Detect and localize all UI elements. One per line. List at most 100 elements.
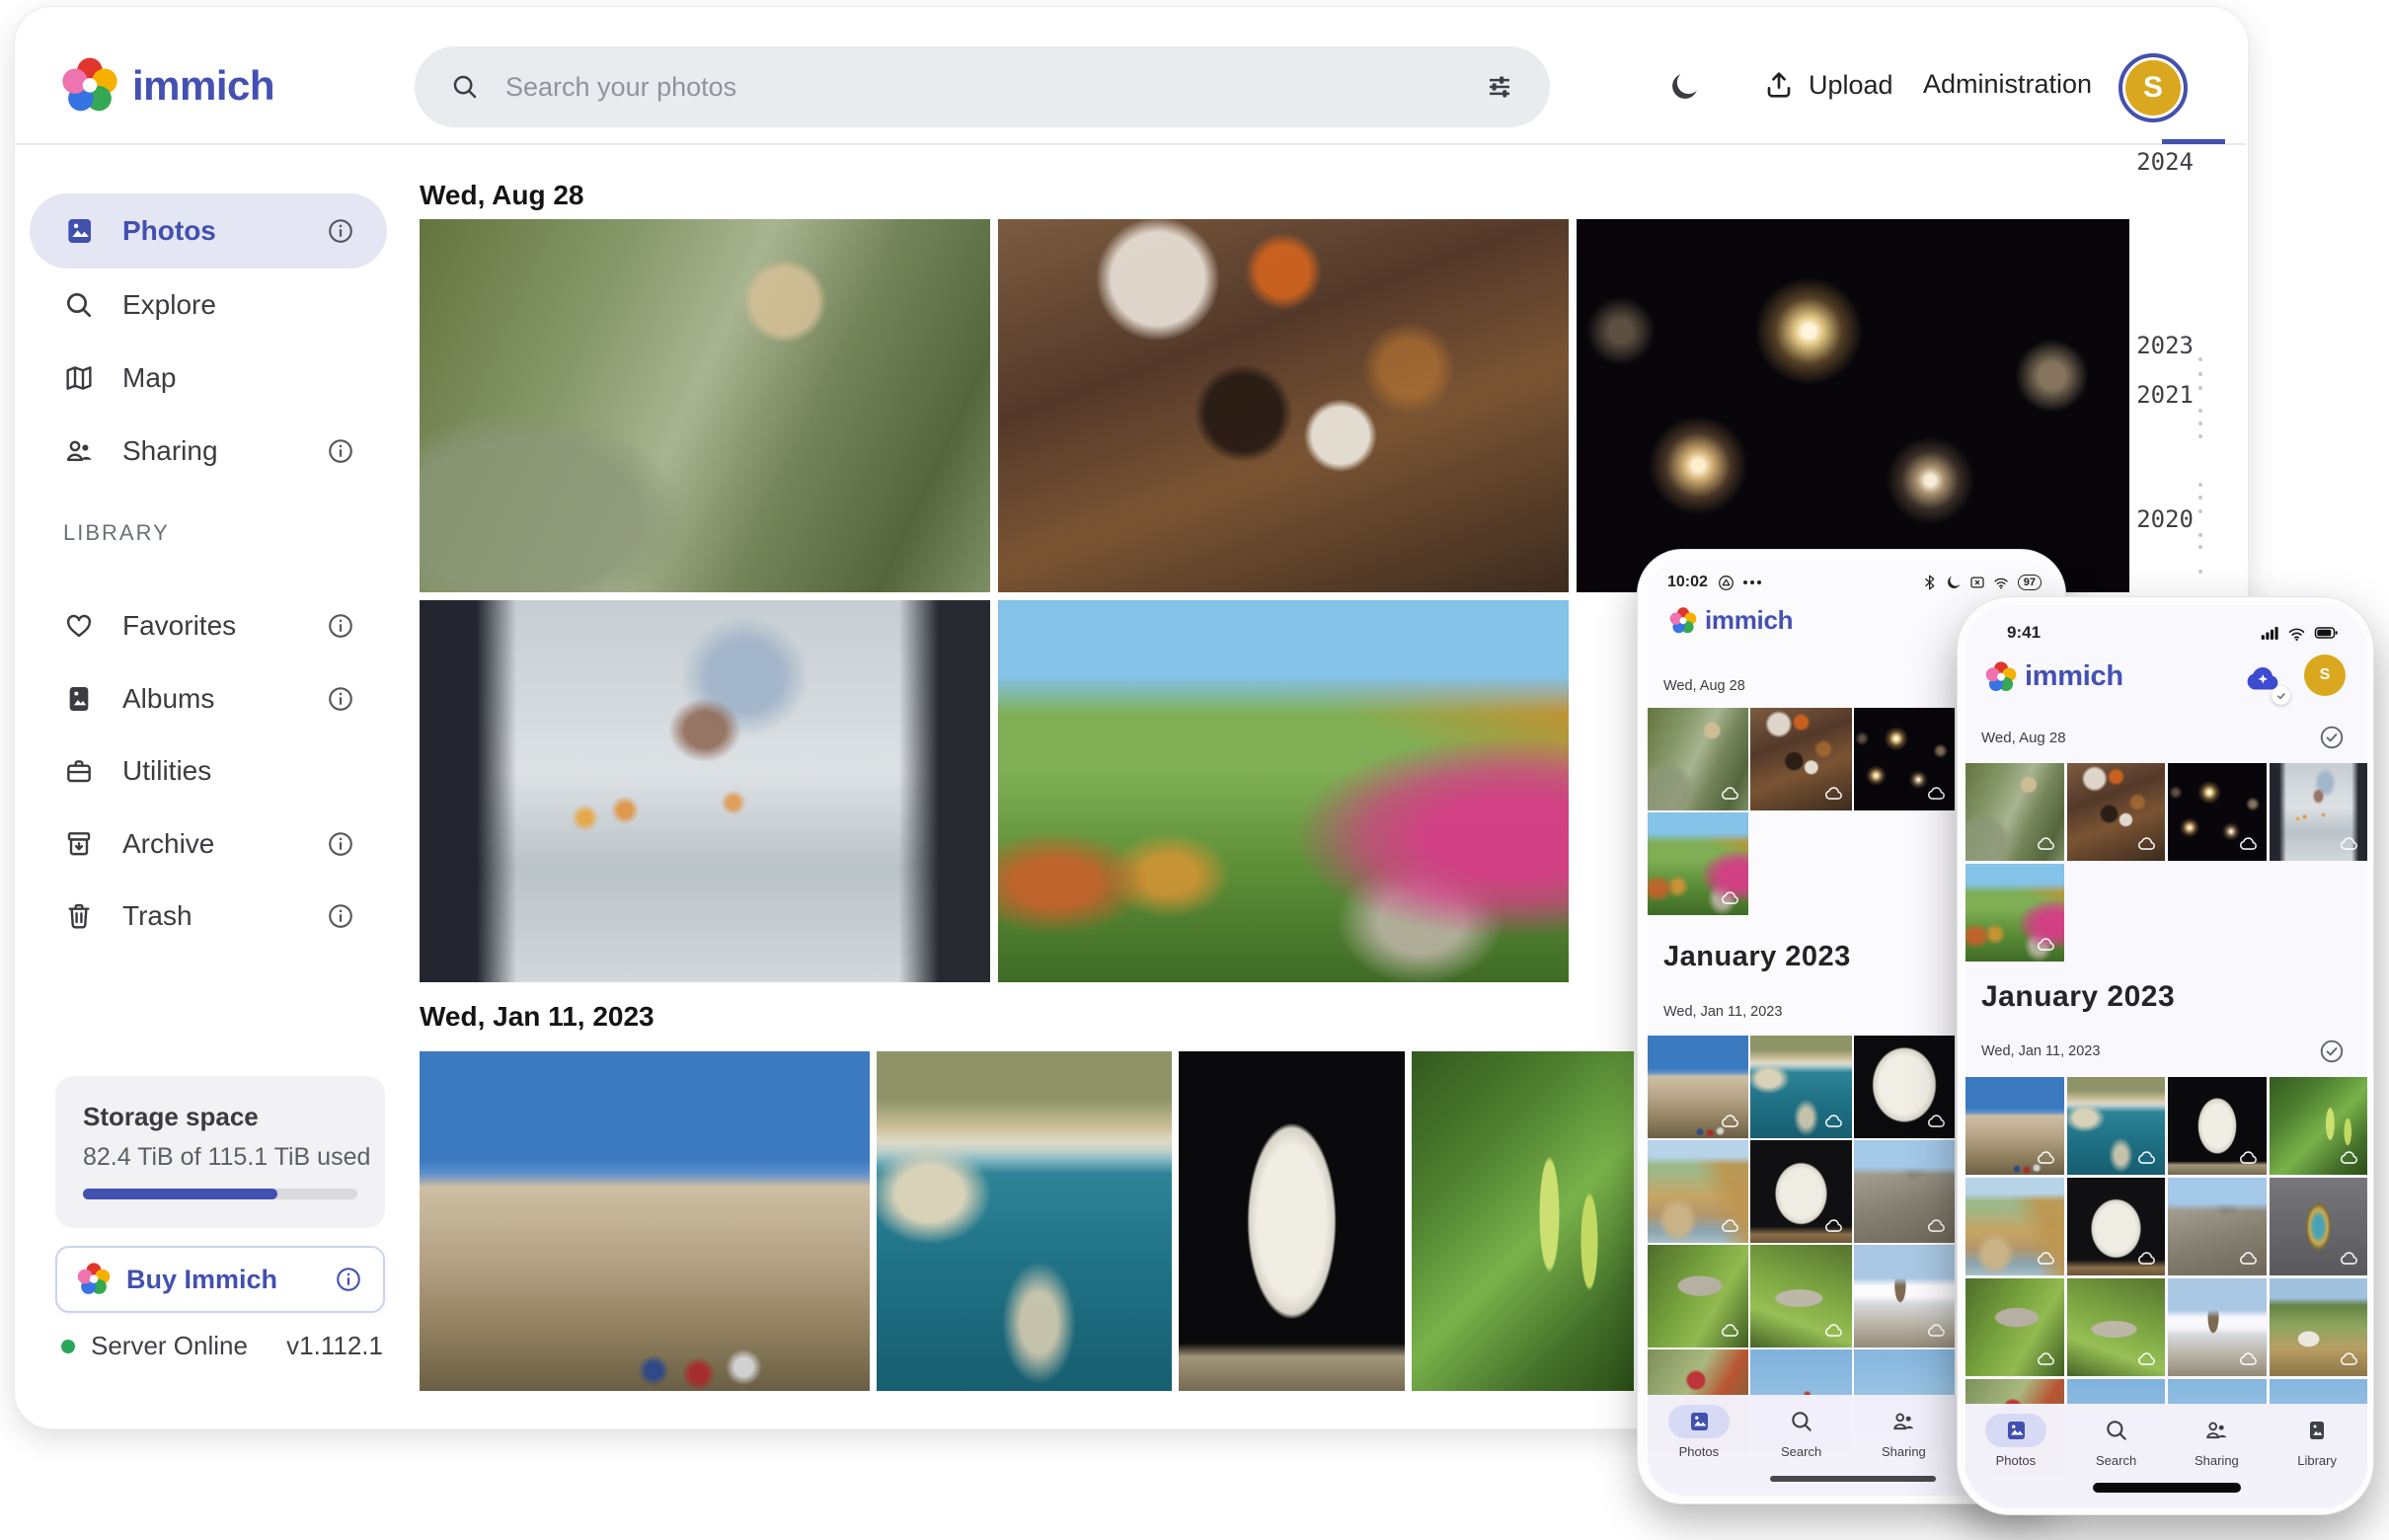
cloud-icon [2136,833,2158,855]
photos-icon [63,215,95,247]
photo-lizard-rock[interactable] [1965,1278,2064,1376]
theme-toggle-button[interactable] [1666,69,1702,105]
info-icon[interactable] [326,611,355,641]
app-logo[interactable]: immich [61,57,274,115]
photo-white-sculpture[interactable] [1750,1140,1851,1243]
grid-empty-cell [2270,864,2368,962]
photo-marble-bust[interactable] [1854,1036,1955,1138]
photo-autumn-dinner-table[interactable] [2067,763,2166,861]
home-indicator[interactable] [2093,1483,2241,1493]
photo-coastal-fort-sea[interactable] [1750,1036,1851,1138]
timeline-position-indicator[interactable] [2162,139,2225,144]
sidebar-item-map[interactable]: Map [30,341,387,416]
nav-item-photos[interactable]: Photos [1648,1395,1750,1496]
administration-link[interactable]: Administration [1923,69,2092,100]
photo-hillside-farm[interactable] [2270,1278,2368,1376]
photo-autumn-dinner-table[interactable] [998,219,1569,592]
photo-holding-hands-lake[interactable] [2270,763,2368,861]
photo-holding-hands-lake[interactable] [420,600,990,982]
storage-usage-text: 82.4 TiB of 115.1 TiB used [83,1143,370,1172]
photo-fortress-walls[interactable] [1965,1077,2064,1175]
status-triangle-icon [1717,574,1735,592]
photo-autumn-garden-path[interactable] [998,600,1569,982]
immich-flower-icon [77,1263,111,1296]
info-icon[interactable] [326,901,355,931]
cell-signal-icon [2259,622,2280,644]
photo-fireworks[interactable] [2168,763,2267,861]
photo-lizard-moss[interactable] [2067,1278,2166,1376]
photo-lizard-moss[interactable] [1750,1245,1851,1348]
photo-monkeys-jungle[interactable] [420,219,990,592]
info-icon[interactable] [326,216,355,246]
photo-church-tower-village[interactable] [1854,1245,1955,1348]
user-avatar[interactable]: S [2304,654,2346,696]
photo-stone-ruins[interactable] [1854,1140,1955,1243]
nav-item-photos[interactable]: Photos [1965,1404,2066,1508]
photo-marble-bust[interactable] [1179,1051,1405,1391]
sidebar-item-favorites[interactable]: Favorites [30,588,387,663]
photo-fortress-walls[interactable] [1648,1036,1748,1138]
photo-fortress-walls[interactable] [420,1051,870,1391]
sidebar-item-explore[interactable]: Explore [30,268,387,343]
sidebar-item-sharing[interactable]: Sharing [30,414,387,489]
info-icon[interactable] [334,1265,363,1294]
photo-fireworks[interactable] [1854,708,1955,810]
grid-empty-cell [1854,812,1955,915]
sidebar-item-trash[interactable]: Trash [30,879,387,954]
photo-sea-grapes[interactable] [1412,1051,1634,1391]
select-all-check-icon[interactable] [2318,1038,2346,1065]
photo-autumn-garden-path[interactable] [1965,864,2064,962]
photo-church-tower-village[interactable] [2168,1278,2267,1376]
album-icon [63,683,95,715]
battery-percent-badge: 97 [2018,575,2042,590]
info-icon[interactable] [326,436,355,466]
library-icon [2305,1419,2329,1442]
cloud-icon [2339,1248,2360,1270]
timeline-year[interactable]: 2024 [2113,148,2194,176]
photo-white-sculpture[interactable] [2067,1178,2166,1275]
home-indicator[interactable] [1770,1476,1936,1482]
phone2-bottom-nav: Photos Search Sharing Library [1965,1404,2367,1508]
photo-coastal-fort-sea[interactable] [877,1051,1172,1391]
photo-fireworks[interactable] [1577,219,2129,592]
upload-label: Upload [1809,70,1893,101]
select-all-check-icon[interactable] [2318,724,2346,751]
photo-ornate-object[interactable] [2270,1178,2368,1275]
cloud-icon [2036,833,2057,855]
photo-stone-ruins[interactable] [2168,1178,2267,1275]
timeline-year[interactable]: 2021 [2113,381,2194,409]
photo-lizard-rock[interactable] [1648,1245,1748,1348]
sidebar-item-archive[interactable]: Archive [30,807,387,882]
cloud-icon [2238,1147,2260,1169]
info-icon[interactable] [326,684,355,714]
nav-item-library[interactable]: Library [2267,1404,2367,1508]
nav-item-search[interactable]: Search [2066,1404,2167,1508]
filter-sliders-icon[interactable] [1485,72,1514,102]
timeline-year[interactable]: 2020 [2113,505,2194,533]
sidebar-item-utilities[interactable]: Utilities [30,733,387,808]
photo-sea-grapes[interactable] [2270,1077,2368,1175]
photo-autumn-dinner-table[interactable] [1750,708,1851,810]
cloud-icon [1926,1320,1948,1342]
administration-label: Administration [1923,69,2092,100]
photo-coastal-fort-sea[interactable] [2067,1077,2166,1175]
search-input[interactable]: Search your photos [415,46,1550,127]
user-avatar[interactable]: S [2119,53,2188,122]
photo-autumn-garden-path[interactable] [1648,812,1748,915]
sidebar-item-albums[interactable]: Albums [30,661,387,736]
nav-item-sharing[interactable]: Sharing [2167,1404,2268,1508]
timeline-tick [2198,372,2202,376]
photo-marble-bust[interactable] [2168,1077,2267,1175]
month-header: January 2023 [1981,980,2175,1014]
timeline-year[interactable]: 2023 [2113,332,2194,359]
upload-button[interactable]: Upload [1763,69,1893,101]
info-icon[interactable] [326,829,355,859]
photo-monkeys-jungle[interactable] [1965,763,2064,861]
library-section-heading: LIBRARY [63,520,170,546]
photo-beach-cliff[interactable] [1965,1178,2064,1275]
photo-monkeys-jungle[interactable] [1648,708,1748,810]
buy-immich-button[interactable]: Buy Immich [55,1246,385,1313]
logo-text: immich [132,62,274,110]
sidebar-item-photos[interactable]: Photos [30,193,387,269]
photo-beach-cliff[interactable] [1648,1140,1748,1243]
